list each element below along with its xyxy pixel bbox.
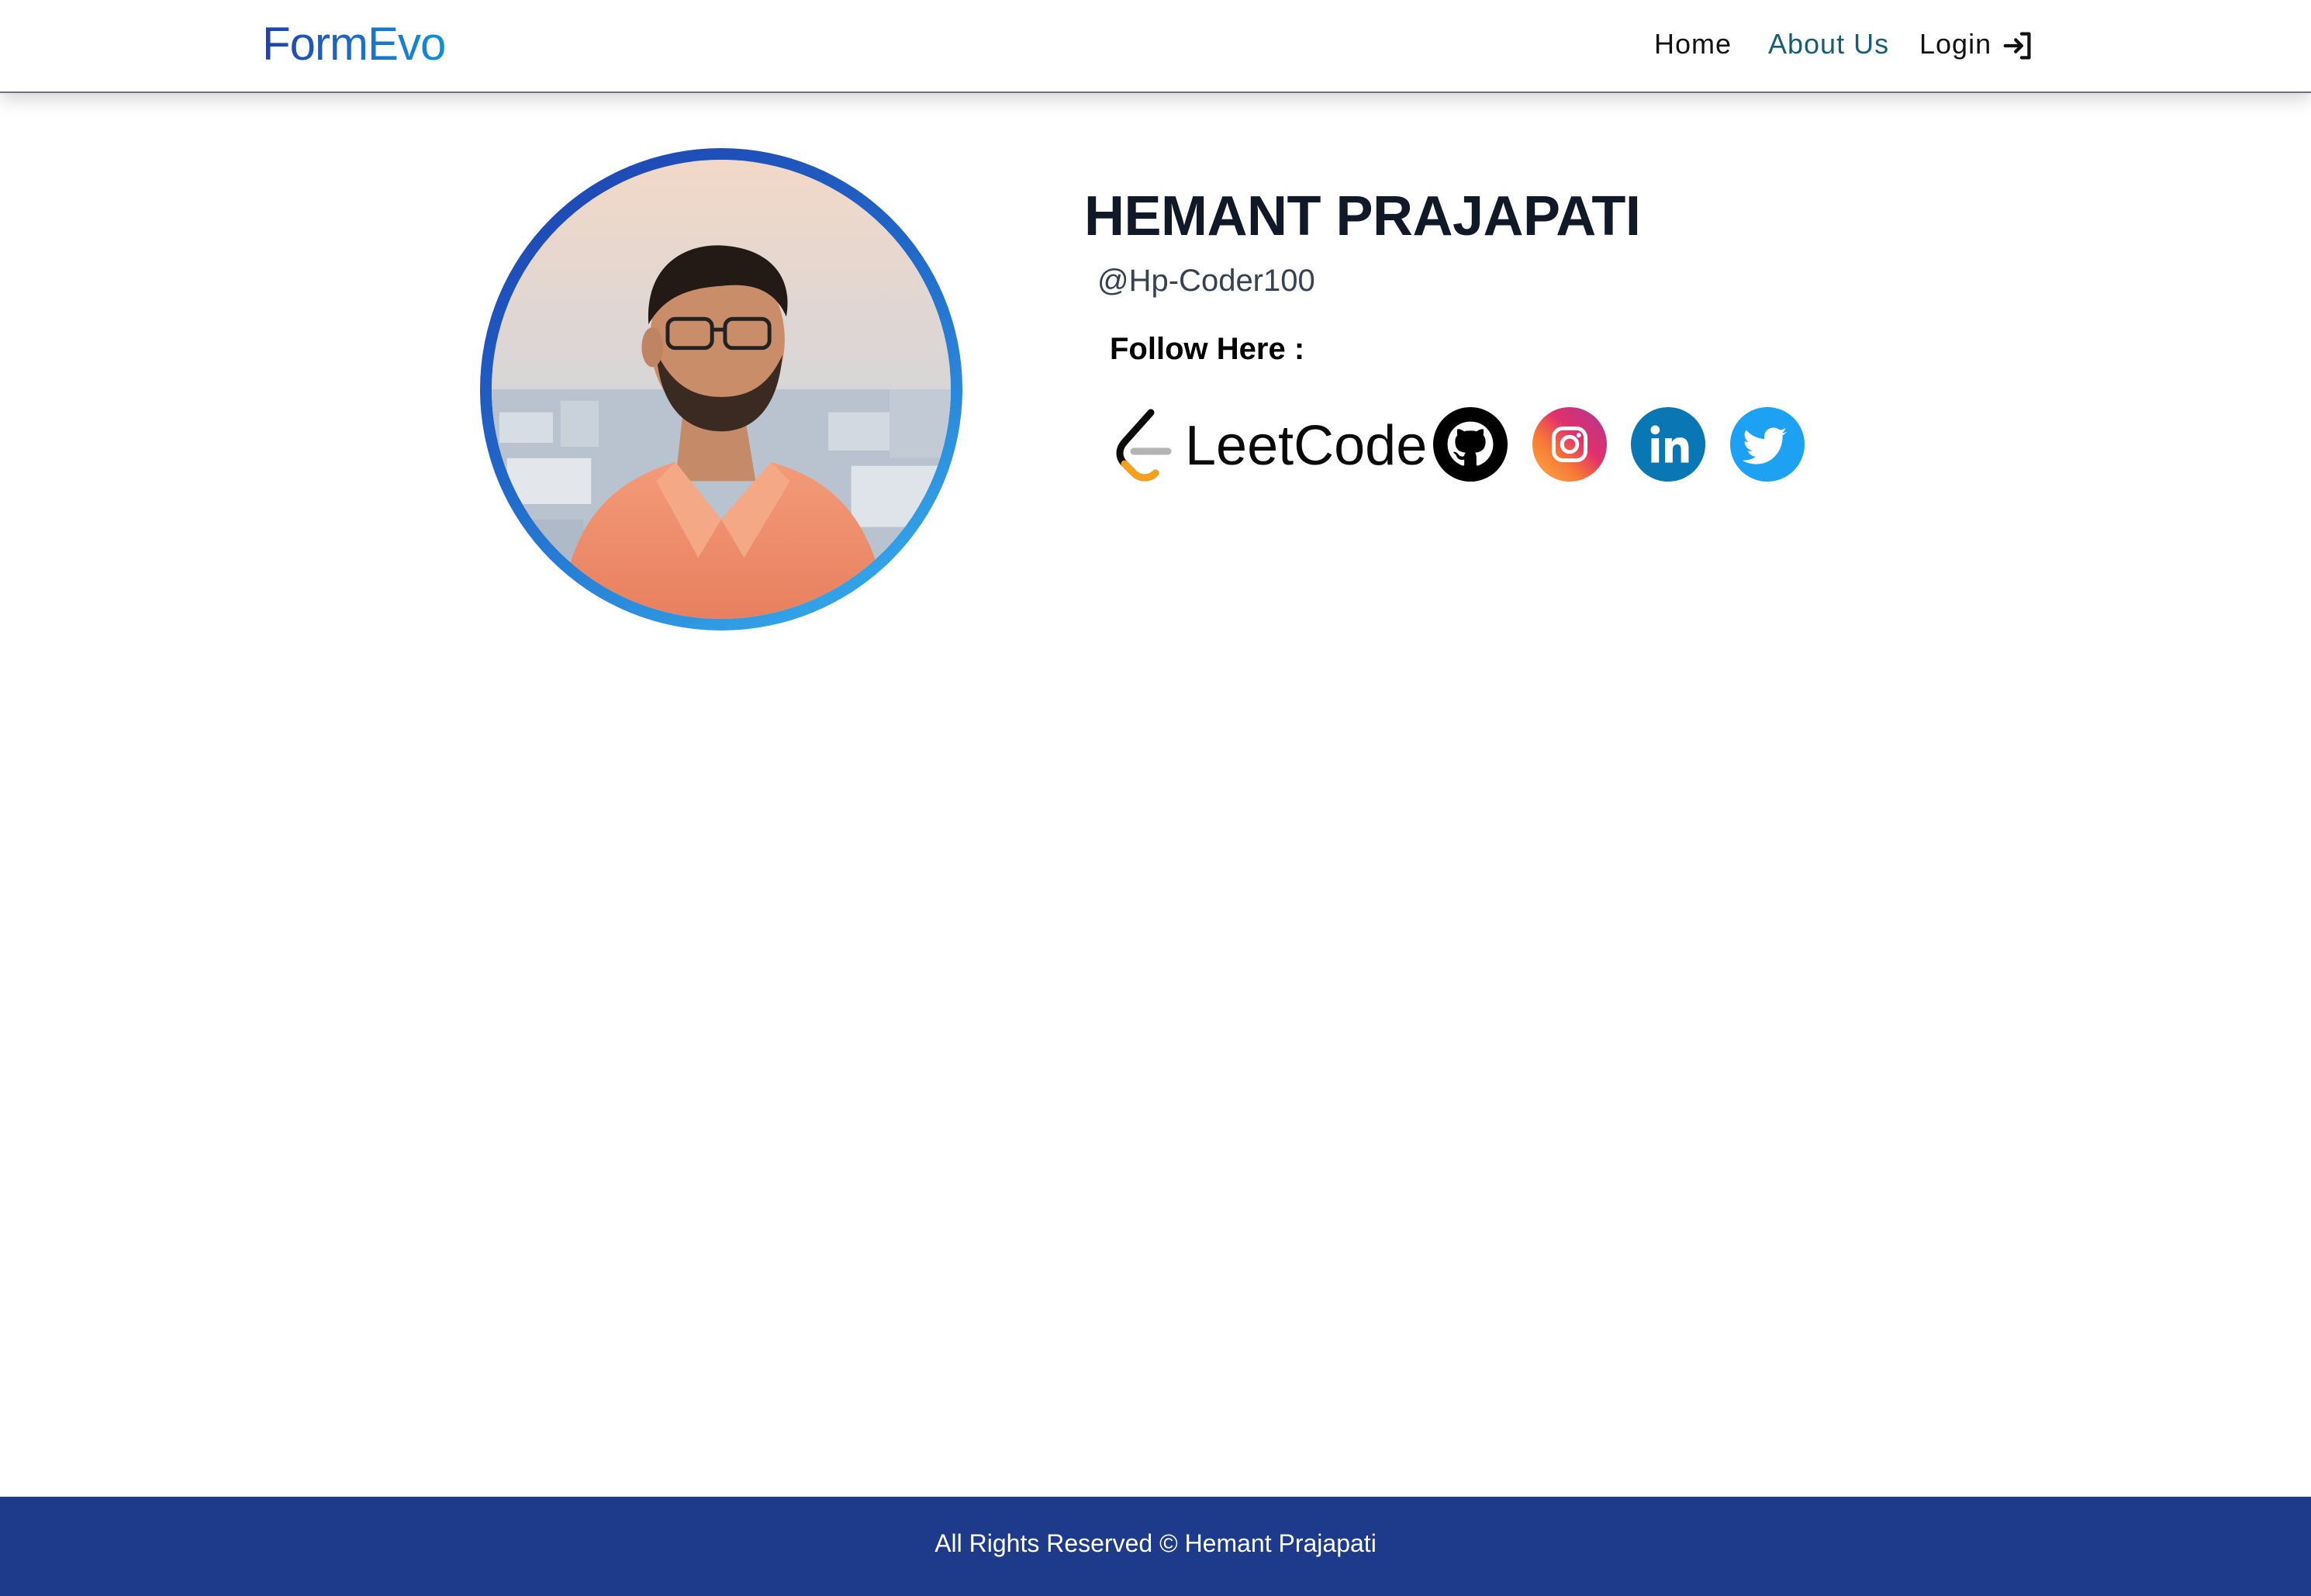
- instagram-link[interactable]: [1532, 406, 1608, 487]
- linkedin-link[interactable]: [1630, 406, 1706, 487]
- nav-login-link[interactable]: Login: [1919, 28, 1991, 60]
- github-link[interactable]: [1432, 406, 1508, 487]
- login-arrow-icon[interactable]: [2001, 28, 2036, 64]
- linkedin-icon: [1630, 406, 1706, 482]
- leetcode-link[interactable]: LeetCode: [1107, 406, 1427, 487]
- nav-links: Home About Us Login: [0, 28, 2311, 67]
- twitter-icon: [1729, 406, 1805, 482]
- footer-copyright: All Rights Reserved © Hemant Prajapati: [934, 1529, 1377, 1557]
- follow-label: Follow Here :: [1110, 332, 1305, 366]
- navbar: FormEvo Home About Us Login: [0, 0, 2311, 93]
- avatar-ring: [480, 148, 962, 630]
- instagram-icon: [1532, 406, 1608, 482]
- github-icon: [1432, 406, 1508, 482]
- leetcode-label: LeetCode: [1185, 415, 1428, 477]
- footer: All Rights Reserved © Hemant Prajapati: [0, 1497, 2311, 1596]
- twitter-link[interactable]: [1729, 406, 1805, 487]
- nav-home-link[interactable]: Home: [1654, 28, 1732, 60]
- nav-about-link[interactable]: About Us: [1768, 28, 1889, 60]
- leetcode-icon: [1116, 409, 1172, 482]
- avatar: [492, 160, 951, 619]
- profile-handle: @Hp-Coder100: [1097, 264, 1315, 298]
- profile-name: HEMANT PRAJAPATI: [1084, 185, 1641, 247]
